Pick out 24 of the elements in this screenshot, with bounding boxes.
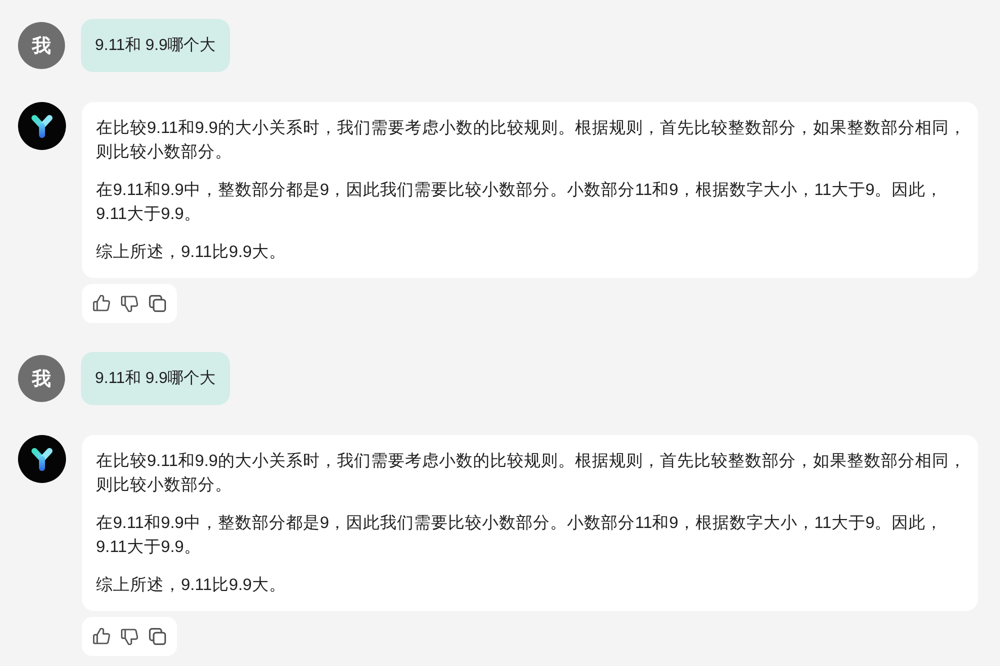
message-paragraph: 在比较9.11和9.9的大小关系时，我们需要考虑小数的比较规则。根据规则，首先比较整数部分，如果整数部分相同，则比较小数部分。 (96, 118, 967, 163)
thumbs-down-icon (121, 628, 138, 645)
message-paragraph: 综上所述，9.11比9.9大。 (96, 242, 287, 263)
copy-button[interactable] (149, 295, 166, 312)
copy-icon (149, 628, 166, 645)
dislike-button[interactable] (121, 628, 138, 645)
copy-icon (149, 295, 166, 312)
copy-button[interactable] (149, 628, 166, 645)
avatar-logo-icon (18, 435, 66, 483)
user-message: 9.11和 9.9哪个大 (81, 352, 230, 405)
thumbs-up-icon (93, 628, 110, 645)
thumbs-up-icon (93, 295, 110, 312)
user-avatar: 我 (18, 22, 65, 69)
like-button[interactable] (93, 295, 110, 312)
message-paragraph: 在比较9.11和9.9的大小关系时，我们需要考虑小数的比较规则。根据规则，首先比较整数部分，如果整数部分相同，则比较小数部分。 (96, 451, 967, 496)
dislike-button[interactable] (121, 295, 138, 312)
thumbs-down-icon (121, 295, 138, 312)
user-avatar: 我 (18, 355, 65, 402)
avatar-logo-icon (18, 102, 66, 150)
like-button[interactable] (93, 628, 110, 645)
message-paragraph: 在9.11和9.9中，整数部分都是9，因此我们需要比较小数部分。小数部分11和9，根据数字大小，11大于9。因此，9.11大于9.9。 (96, 513, 944, 558)
message-paragraph: 综上所述，9.11比9.9大。 (96, 575, 287, 596)
user-message: 9.11和 9.9哪个大 (81, 19, 230, 72)
message-paragraph: 在9.11和9.9中，整数部分都是9，因此我们需要比较小数部分。小数部分11和9，根据数字大小，11大于9。因此，9.11大于9.9。 (96, 180, 944, 225)
